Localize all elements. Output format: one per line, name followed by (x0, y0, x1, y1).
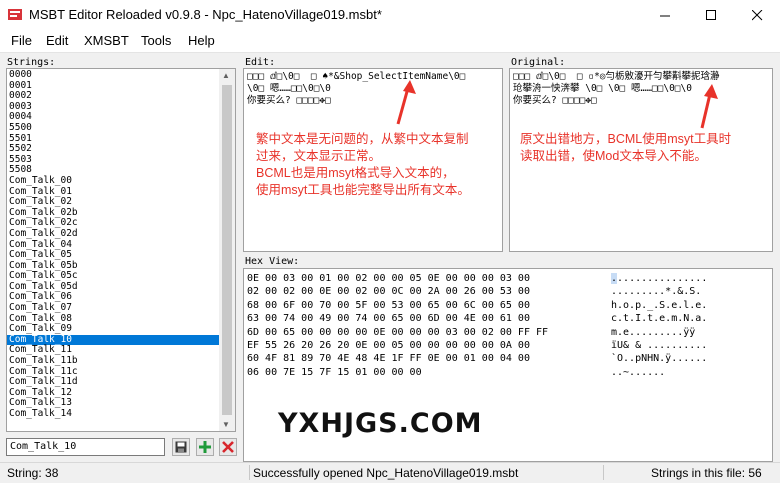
plus-icon (199, 441, 211, 453)
scroll-down-icon[interactable]: ▼ (222, 420, 230, 429)
annotation-arrow-original-icon (700, 84, 718, 129)
scroll-thumb[interactable] (222, 85, 232, 415)
list-item[interactable]: 0004 (7, 112, 221, 123)
close-icon (751, 9, 762, 20)
title-bar: MSBT Editor Reloaded v0.9.8 - Npc_Hateno… (0, 0, 780, 30)
menu-help[interactable]: Help (188, 33, 215, 48)
list-item[interactable]: 0000 (7, 69, 221, 81)
menu-tools[interactable]: Tools (141, 33, 171, 48)
original-text[interactable]: □□□ ⅆ□\0□ □ ▫*◎勻栃敫瀀开勻攀斠攀抳琀瀞 玱攀洀一怏渀攀 \0□ … (513, 71, 720, 107)
annotation-arrow-edit-icon (396, 80, 416, 125)
maximize-icon (705, 9, 716, 20)
app-icon (8, 9, 22, 20)
watermark: YXHJGS.COM (278, 408, 483, 439)
menu-bar: File Edit XMSBT Tools Help (0, 30, 780, 53)
edit-label: Edit: (245, 57, 276, 68)
list-item[interactable]: 5502 (7, 144, 221, 155)
strings-label: Strings: (7, 57, 56, 68)
list-item[interactable]: Com_Talk_02d (7, 228, 221, 240)
string-name-input[interactable]: Com_Talk_10 (6, 438, 165, 456)
list-item[interactable]: 0002 (7, 91, 221, 102)
delete-button[interactable] (219, 438, 237, 456)
status-message: Successfully opened Npc_HatenoVillage019… (253, 466, 519, 480)
list-item[interactable]: 5503 (7, 154, 221, 166)
strings-scrollbar[interactable]: ▲ ▼ (219, 69, 235, 431)
scroll-up-icon[interactable]: ▲ (222, 71, 230, 80)
status-strings-count: Strings in this file: 56 (651, 466, 762, 480)
close-button[interactable] (734, 0, 780, 30)
hex-view-label: Hex View: (245, 256, 300, 267)
list-item[interactable]: Com_Talk_00 (7, 175, 221, 187)
list-item[interactable]: 0003 (7, 101, 221, 113)
list-item[interactable]: 0001 (7, 80, 221, 92)
edit-text[interactable]: □□□ ⅆ□\0□ □ ♠*&Shop_SelectItemName\0□ \0… (247, 71, 465, 107)
original-annotation: 原文出错地方，BCML使用msyt工具时 读取出错，使Mod文本导入不能。 (520, 132, 732, 163)
hex-ascii: ................ .........*.&.S. h.o.p._… (611, 273, 708, 378)
strings-list-items: 0000 0001 0002 0003 0004 5500 5501 5502 5503 5508… (7, 69, 221, 420)
save-button[interactable] (172, 438, 190, 456)
add-button[interactable] (196, 438, 214, 456)
save-icon (175, 441, 187, 453)
list-item[interactable]: 5501 (7, 133, 221, 145)
minimize-button[interactable] (642, 0, 688, 30)
list-item[interactable]: 5500 (7, 122, 221, 134)
menu-file[interactable]: File (11, 33, 32, 48)
hex-bytes: 0E 00 03 00 01 00 02 00 00 05 0E 00 00 0… (247, 273, 549, 378)
original-label: Original: (511, 57, 566, 68)
status-string-index: String: 38 (7, 466, 59, 480)
strings-list[interactable]: 0000 0001 0002 0003 0004 5500 5501 5502 5503 5508… (6, 68, 236, 432)
menu-xmsbt[interactable]: XMSBT (84, 33, 129, 48)
menu-edit[interactable]: Edit (46, 33, 68, 48)
maximize-button[interactable] (688, 0, 734, 30)
minimize-icon (659, 15, 670, 16)
status-bar: String: 38 Successfully opened Npc_Haten… (0, 462, 780, 483)
edit-annotation: 繁中文本是无问题的，从繁中文本复制 过来，文本显示正常。 BCML也是用msyt… (256, 132, 470, 197)
delete-icon (222, 441, 234, 453)
window-title: MSBT Editor Reloaded v0.9.8 - Npc_Hateno… (29, 7, 382, 22)
list-item[interactable]: Com_Talk_14 (7, 408, 221, 420)
